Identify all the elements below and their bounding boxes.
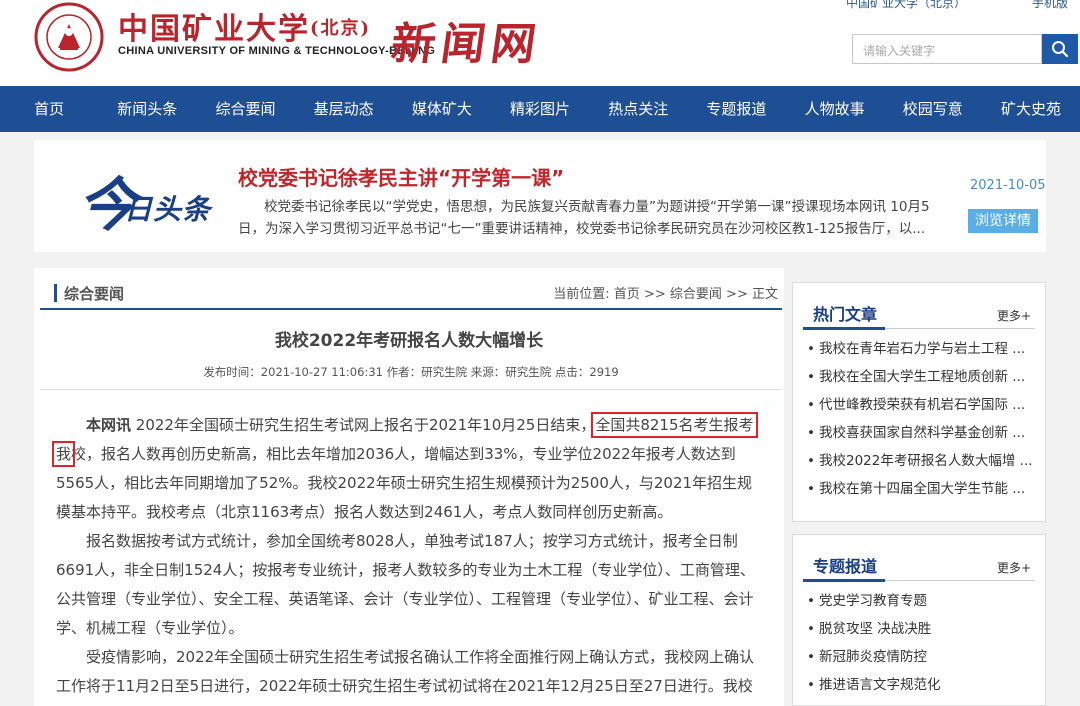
article-panel: 综合要闻 当前位置: 首页 >> 综合要闻 >> 正文 我校2022年考研报名人…	[34, 268, 784, 706]
nav-item-campus[interactable]: 校园写意	[884, 86, 982, 132]
list-item[interactable]: 我校2022年考研报名人数大幅增 ...	[807, 447, 1035, 475]
list-item[interactable]: 代世峰教授荣获有机岩石学国际 ...	[807, 391, 1035, 419]
article-title: 我校2022年考研报名人数大幅增长	[274, 331, 544, 351]
nav-item-headlines[interactable]: 新闻头条	[98, 86, 196, 132]
search-input[interactable]: 请输入关键字	[852, 34, 1042, 64]
article-body: 本网讯 2022年全国硕士研究生招生考试网上报名于2021年10月25日结束，全…	[52, 411, 766, 706]
list-item[interactable]: 我校在青年岩石力学与岩土工程 ...	[807, 335, 1035, 363]
nav-item-general-news[interactable]: 综合要闻	[196, 86, 294, 132]
nav-item-hot-topics[interactable]: 热点关注	[589, 86, 687, 132]
breadcrumb: 当前位置: 首页 >> 综合要闻 >> 正文	[553, 287, 778, 302]
nav-item-special-reports[interactable]: 专题报道	[687, 86, 785, 132]
section-header: 综合要闻 当前位置: 首页 >> 综合要闻 >> 正文	[40, 268, 782, 310]
university-name-cn[interactable]: 中国矿业大学(北京)	[118, 4, 371, 48]
site-title[interactable]: 新闻网	[388, 8, 547, 72]
section-title: 综合要闻	[64, 285, 125, 303]
hot-articles-title: 热门文章	[813, 305, 878, 324]
view-details-button[interactable]: 浏览详情	[968, 209, 1038, 233]
school-homepage-link[interactable]: 中国矿业大学（北京）	[846, 0, 966, 11]
hot-articles-header: 热门文章 更多+	[803, 297, 1035, 330]
headline-summary: 校党委书记徐孝民以“学党史，悟思想，为民族复兴贡献青春力量”为题讲授“开学第一课…	[238, 199, 930, 237]
site-header: 中国矿业大学(北京) CHINA UNIVERSITY OF MINING & …	[0, 0, 1080, 86]
list-item[interactable]: 推进语言文字规范化	[807, 671, 1035, 699]
search-button[interactable]	[1042, 34, 1078, 64]
special-topics-header: 专题报道 更多+	[803, 549, 1035, 582]
special-topics-more-link[interactable]: 更多+	[997, 559, 1031, 576]
hot-articles-more-link[interactable]: 更多+	[997, 307, 1031, 324]
university-seal-icon[interactable]	[30, 2, 108, 72]
list-item[interactable]: 脱贫攻坚 决战决胜	[807, 615, 1035, 643]
hot-articles-list: 我校在青年岩石力学与岩土工程 ... 我校在全国大学生工程地质创新 ... 代世…	[807, 335, 1035, 503]
special-topics-title: 专题报道	[813, 557, 878, 576]
section-marker	[54, 284, 57, 302]
breadcrumb-home[interactable]: 首页	[614, 287, 640, 302]
today-headline-logo: 今 日头条	[78, 171, 212, 239]
article-meta: 发布时间：2021-10-27 11:06:31 作者：研究生院 来源：研究生院…	[40, 364, 782, 390]
list-item[interactable]: 我校喜获国家自然科学基金创新 ...	[807, 419, 1035, 447]
list-item[interactable]: 新冠肺炎疫情防控	[807, 643, 1035, 671]
nav-item-media[interactable]: 媒体矿大	[393, 86, 491, 132]
nav-item-people[interactable]: 人物故事	[786, 86, 884, 132]
list-item[interactable]: 党史学习教育专题	[807, 587, 1035, 615]
mobile-version-link[interactable]: 手机版	[1032, 0, 1068, 11]
breadcrumb-section[interactable]: 综合要闻	[670, 287, 722, 302]
hot-articles-box: 热门文章 更多+ 我校在青年岩石力学与岩土工程 ... 我校在全国大学生工程地质…	[792, 282, 1046, 522]
headline-date: 2021-10-05	[970, 178, 1046, 193]
university-name-en: CHINA UNIVERSITY OF MINING & TECHNOLOGY-…	[118, 45, 436, 57]
list-item[interactable]: 我校在全国大学生工程地质创新 ...	[807, 363, 1035, 391]
title-underline	[803, 579, 885, 582]
special-topics-box: 专题报道 更多+ 党史学习教育专题 脱贫攻坚 决战决胜 新冠肺炎疫情防控 推进语…	[792, 534, 1046, 706]
nav-item-home[interactable]: 首页	[0, 86, 98, 132]
headline-title[interactable]: 校党委书记徐孝民主讲“开学第一课”	[238, 162, 564, 191]
main-nav: 首页 新闻头条 综合要闻 基层动态 媒体矿大 精彩图片 热点关注 专题报道 人物…	[0, 86, 1080, 132]
article-paragraph: 报名数据按考试方式统计，参加全国统考8028人，单独考试187人；按学习方式统计…	[56, 532, 755, 637]
article-paragraph: 受疫情影响，2022年全国硕士研究生招生考试报名确认工作将全面推行网上确认方式，…	[56, 648, 755, 695]
list-item[interactable]: 我校在第十四届全国大学生节能 ...	[807, 475, 1035, 503]
article-paragraph: 本网讯 2022年全国硕士研究生招生考试网上报名于2021年10月25日结束，全…	[52, 412, 758, 521]
nav-item-grassroots[interactable]: 基层动态	[295, 86, 393, 132]
today-headline-banner: 今 日头条 校党委书记徐孝民主讲“开学第一课” 校党委书记徐孝民以“学党史，悟思…	[34, 140, 1046, 252]
special-topics-list: 党史学习教育专题 脱贫攻坚 决战决胜 新冠肺炎疫情防控 推进语言文字规范化	[807, 587, 1035, 699]
nav-item-photos[interactable]: 精彩图片	[491, 86, 589, 132]
search-icon	[1052, 41, 1069, 58]
breadcrumb-current: 正文	[751, 287, 778, 302]
nav-item-history[interactable]: 矿大史苑	[982, 86, 1080, 132]
title-underline	[803, 327, 885, 330]
